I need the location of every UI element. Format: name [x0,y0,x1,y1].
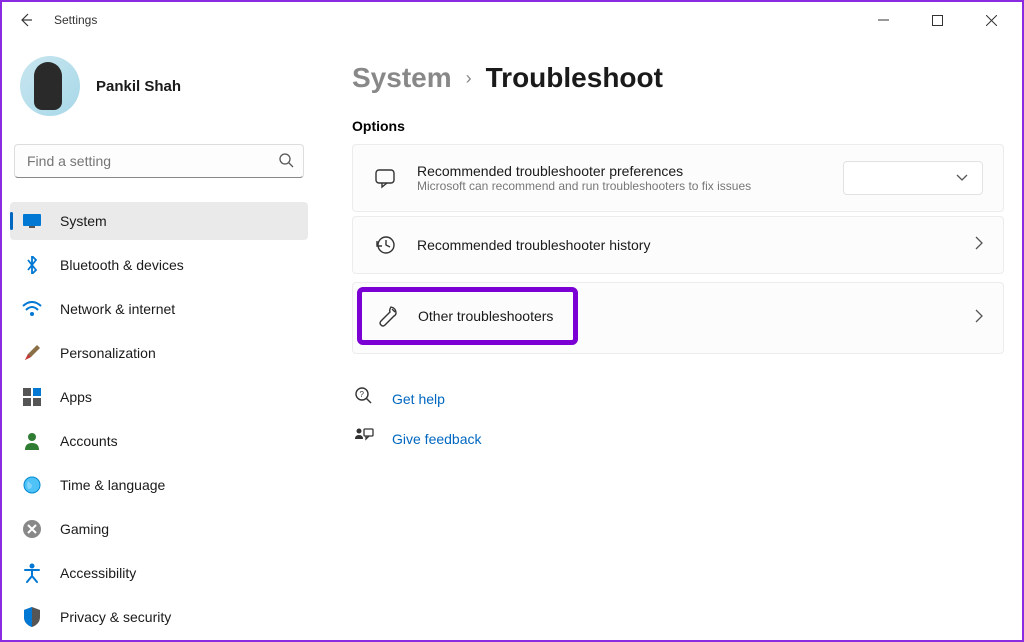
wifi-icon [22,299,42,319]
history-icon [373,233,397,257]
sidebar-label: System [60,213,107,229]
brush-icon [22,343,42,363]
sidebar-item-apps[interactable]: Apps [10,378,308,416]
sidebar-label: Gaming [60,521,109,537]
sidebar-item-gaming[interactable]: Gaming [10,510,308,548]
feedback-icon [354,427,374,450]
sidebar-label: Time & language [60,477,165,493]
breadcrumb-current: Troubleshoot [486,62,663,94]
card-subtitle: Microsoft can recommend and run troubles… [417,179,823,193]
apps-icon [22,387,42,407]
sidebar-label: Accounts [60,433,118,449]
chat-icon [373,166,397,190]
card-title: Recommended troubleshooter preferences [417,163,823,179]
sidebar-label: Accessibility [60,565,136,581]
section-header-options: Options [352,118,1004,134]
sidebar-item-bluetooth[interactable]: Bluetooth & devices [10,246,308,284]
card-other-troubleshooters[interactable]: Other troubleshooters [352,282,1004,354]
avatar [20,56,80,116]
sidebar-item-privacy[interactable]: Privacy & security [10,598,308,636]
card-troubleshooter-history[interactable]: Recommended troubleshooter history [352,216,1004,274]
chevron-right-icon [975,309,983,328]
sidebar-item-system[interactable]: System [10,202,308,240]
sidebar-item-accessibility[interactable]: Accessibility [10,554,308,592]
sidebar-item-time[interactable]: Time & language [10,466,308,504]
accessibility-icon [22,563,42,583]
breadcrumb: System › Troubleshoot [352,62,1004,94]
chevron-right-icon [975,236,983,255]
chevron-down-icon [956,174,968,182]
profile-section[interactable]: Pankil Shah [10,48,308,136]
search-input[interactable] [14,144,304,178]
username: Pankil Shah [96,78,181,95]
chevron-right-icon: › [466,68,472,89]
sidebar-item-network[interactable]: Network & internet [10,290,308,328]
help-icon: ? [354,386,374,411]
person-icon [22,431,42,451]
breadcrumb-parent[interactable]: System [352,62,452,94]
give-feedback-link[interactable]: Give feedback [392,431,482,447]
sidebar-label: Apps [60,389,92,405]
sidebar-label: Bluetooth & devices [60,257,184,273]
back-button[interactable] [10,4,42,36]
wrench-icon [376,304,400,328]
sidebar-item-accounts[interactable]: Accounts [10,422,308,460]
preferences-dropdown[interactable] [843,161,983,195]
system-icon [22,211,42,231]
minimize-button[interactable] [860,4,906,36]
sidebar-label: Privacy & security [60,609,171,625]
close-button[interactable] [968,4,1014,36]
card-title: Recommended troubleshooter history [417,237,955,253]
clock-icon [22,475,42,495]
sidebar-label: Network & internet [60,301,175,317]
card-title: Other troubleshooters [418,308,553,324]
maximize-button[interactable] [914,4,960,36]
card-recommended-preferences[interactable]: Recommended troubleshooter preferences M… [352,144,1004,212]
sidebar-item-personalization[interactable]: Personalization [10,334,308,372]
search-icon [278,152,294,173]
gaming-icon [22,519,42,539]
sidebar-label: Personalization [60,345,156,361]
svg-text:?: ? [360,390,365,399]
bluetooth-icon [22,255,42,275]
window-title: Settings [54,13,97,27]
get-help-link[interactable]: Get help [392,391,445,407]
shield-icon [22,607,42,627]
